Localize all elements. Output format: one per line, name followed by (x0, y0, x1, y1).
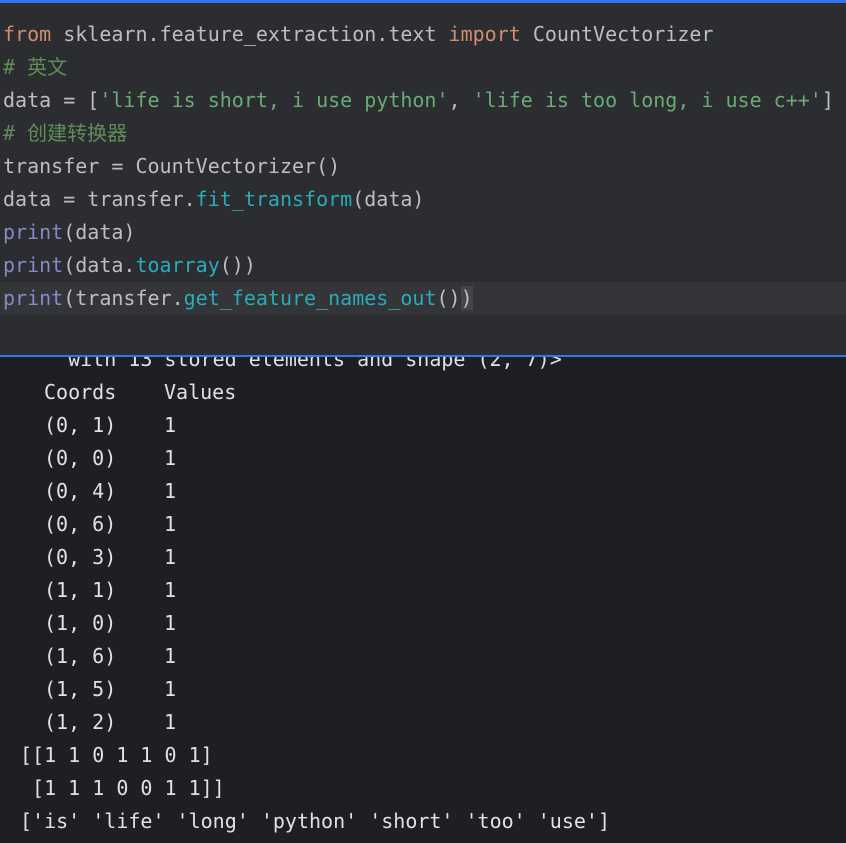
matrix-value: 1 (164, 611, 177, 635)
code-line-content: data = ['life is short, i use python', '… (3, 88, 834, 112)
matrix-coord: (1, 2) (44, 710, 117, 734)
code-token: (transfer. (63, 286, 184, 310)
code-line-content: from sklearn.feature_extraction.text imp… (3, 22, 713, 46)
code-line-content: data = transfer.fit_transform(data) (3, 187, 424, 211)
matrix-coord: (1, 6) (44, 644, 117, 668)
code-token: sklearn.feature_extraction.text (51, 22, 449, 46)
code-token: () (436, 286, 461, 310)
code-line-content: transfer = CountVectorizer() (3, 154, 340, 178)
code-line-8[interactable]: print(data.toarray()) (3, 249, 256, 282)
code-line-7[interactable]: print(data) (3, 216, 135, 249)
matrix-coord: (0, 1) (44, 413, 117, 437)
matrix-value: 1 (164, 512, 177, 536)
code-token: get_feature_names_out (183, 286, 437, 310)
code-line-4[interactable]: # 创建转换器 (3, 117, 127, 150)
matrix-coord: (1, 5) (44, 677, 117, 701)
coords-column-header: Coords (44, 380, 117, 404)
code-token: 'life is too long, i use c++' (472, 88, 822, 112)
code-token: data = transfer. (3, 187, 196, 211)
code-line-6[interactable]: data = transfer.fit_transform(data) (3, 183, 424, 216)
code-line-5[interactable]: transfer = CountVectorizer() (3, 150, 340, 183)
code-token: (data. (63, 253, 136, 277)
code-token: # 英文 (3, 55, 68, 79)
matrix-value: 1 (164, 413, 177, 437)
matrix-coord: (1, 0) (44, 611, 117, 635)
code-line-content: # 创建转换器 (3, 121, 127, 145)
run-console-output[interactable]: with 13 stored elements and shape (2, 7)… (0, 340, 846, 843)
code-token: ) (460, 286, 473, 310)
matrix-coord: (1, 1) (44, 578, 117, 602)
code-line-3[interactable]: data = ['life is short, i use python', '… (3, 84, 834, 117)
code-token: print (3, 220, 64, 244)
values-column-header: Values (164, 380, 237, 404)
matrix-value: 1 (164, 644, 177, 668)
matrix-value: 1 (164, 710, 177, 734)
code-line-content: print(transfer.get_feature_names_out()) (3, 286, 473, 310)
code-token: , (448, 88, 473, 112)
code-token: print (3, 253, 64, 277)
code-token: 'life is short, i use python' (99, 88, 449, 112)
code-line-content: # 英文 (3, 55, 67, 79)
code-token: (data) (352, 187, 425, 211)
matrix-coord: (0, 3) (44, 545, 117, 569)
array-output-line-2: [1 1 1 0 0 1 1]] (20, 776, 225, 800)
code-token: fit_transform (195, 187, 353, 211)
feature-names-output: ['is' 'life' 'long' 'python' 'short' 'to… (20, 809, 611, 833)
matrix-value: 1 (164, 446, 177, 470)
matrix-value: 1 (164, 677, 177, 701)
matrix-coord: (0, 0) (44, 446, 117, 470)
code-token: ] (821, 88, 834, 112)
code-token: ()) (219, 253, 256, 277)
code-token: CountVectorizer (520, 22, 714, 46)
matrix-coord: (0, 6) (44, 512, 117, 536)
array-output-line-1: [[1 1 0 1 1 0 1] (20, 743, 213, 767)
code-token: # 创建转换器 (3, 121, 128, 145)
code-token: transfer = CountVectorizer() (3, 154, 341, 178)
matrix-value: 1 (164, 479, 177, 503)
code-editor[interactable]: from sklearn.feature_extraction.text imp… (0, 0, 846, 357)
code-line-9[interactable]: print(transfer.get_feature_names_out()) (0, 282, 846, 315)
code-line-content: print(data.toarray()) (3, 253, 256, 277)
code-token: import (448, 22, 521, 46)
matrix-value: 1 (164, 578, 177, 602)
code-token: (data) (63, 220, 136, 244)
code-token: from (3, 22, 52, 46)
code-token: toarray (135, 253, 220, 277)
code-line-content: print(data) (3, 220, 135, 244)
code-token: data = [ (3, 88, 100, 112)
code-token: print (3, 286, 64, 310)
matrix-coord: (0, 4) (44, 479, 117, 503)
code-line-1[interactable]: from sklearn.feature_extraction.text imp… (3, 18, 713, 51)
matrix-value: 1 (164, 545, 177, 569)
code-line-2[interactable]: # 英文 (3, 51, 67, 84)
